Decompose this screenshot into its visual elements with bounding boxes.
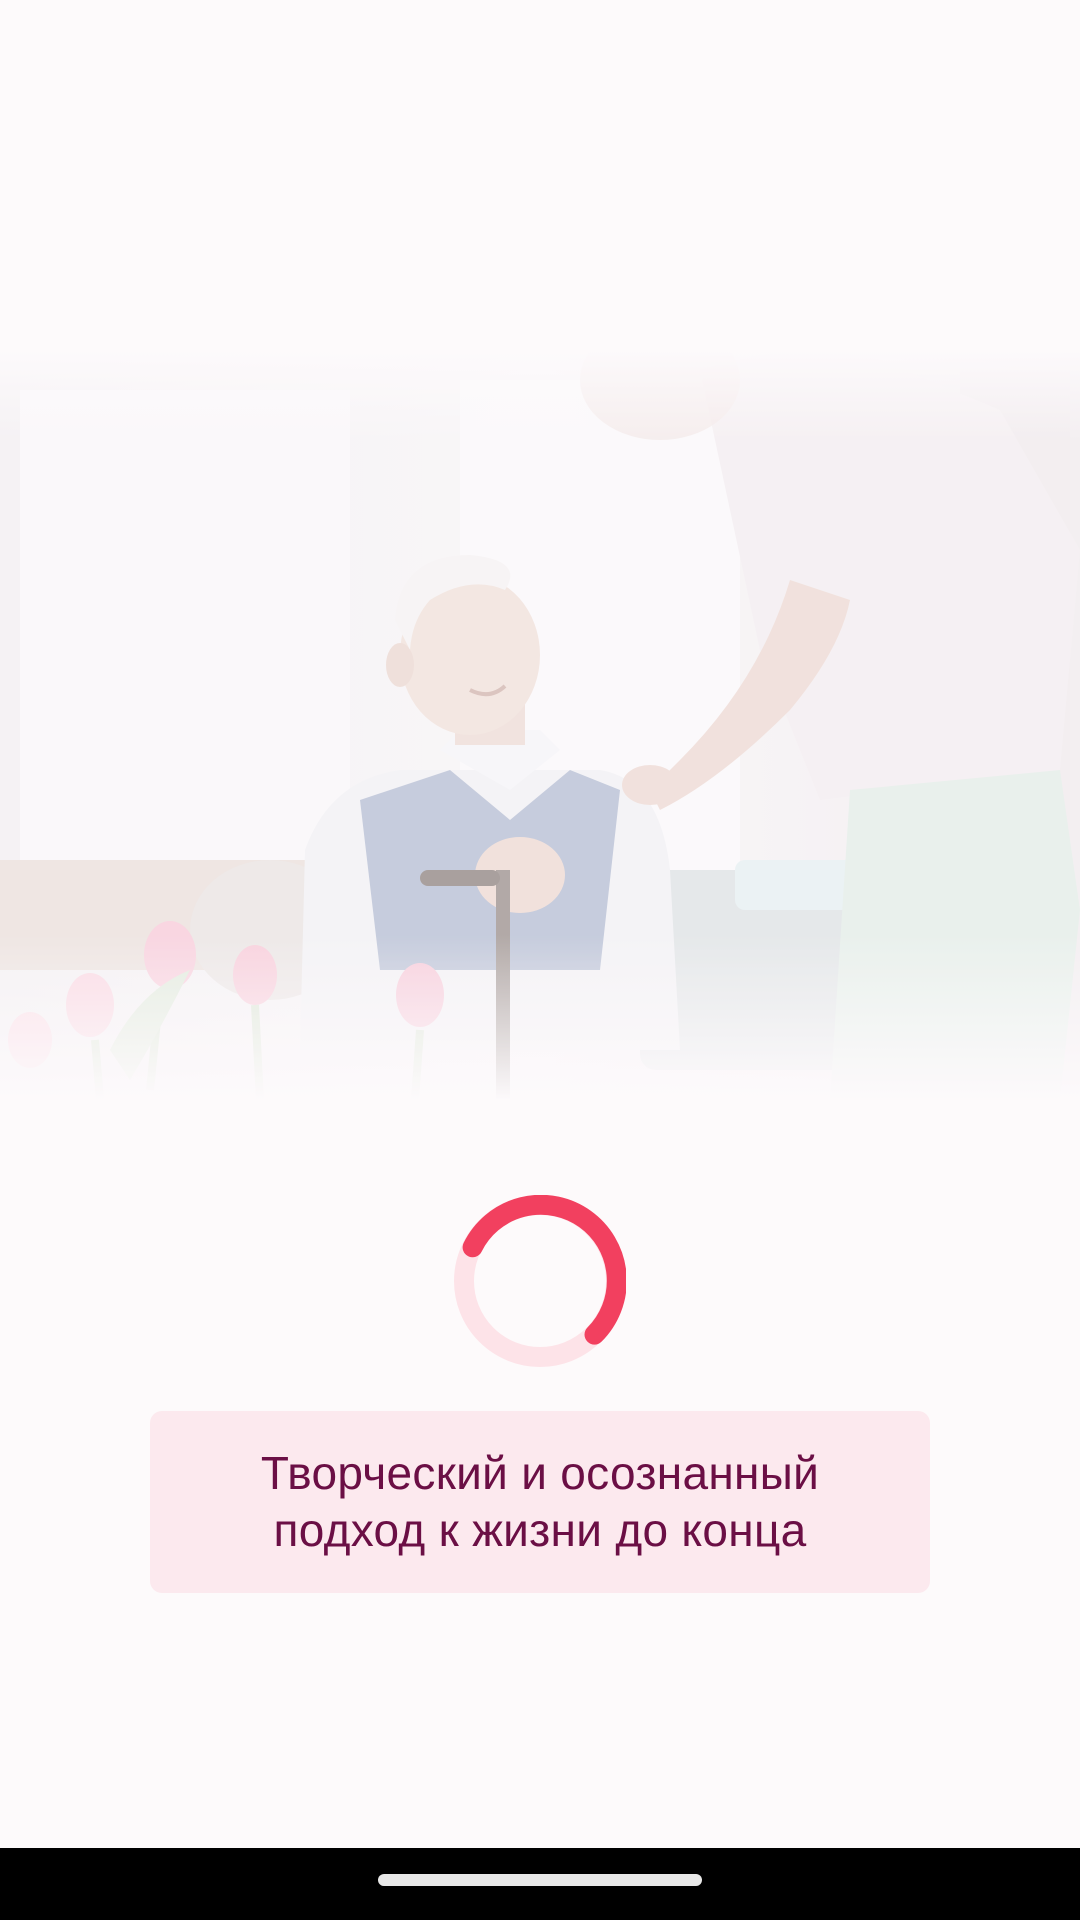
tagline-card: Творческий и осознанный подход к жизни д… xyxy=(150,1411,930,1593)
spinner-arc xyxy=(462,1194,627,1345)
hero-image xyxy=(0,350,1080,1100)
splash-screen: Творческий и осознанный подход к жизни д… xyxy=(0,0,1080,1920)
tagline-text: Творческий и осознанный подход к жизни д… xyxy=(260,1447,820,1556)
home-indicator[interactable] xyxy=(378,1874,702,1886)
system-nav-bar xyxy=(0,1848,1080,1920)
loading-spinner-icon xyxy=(454,1194,627,1367)
